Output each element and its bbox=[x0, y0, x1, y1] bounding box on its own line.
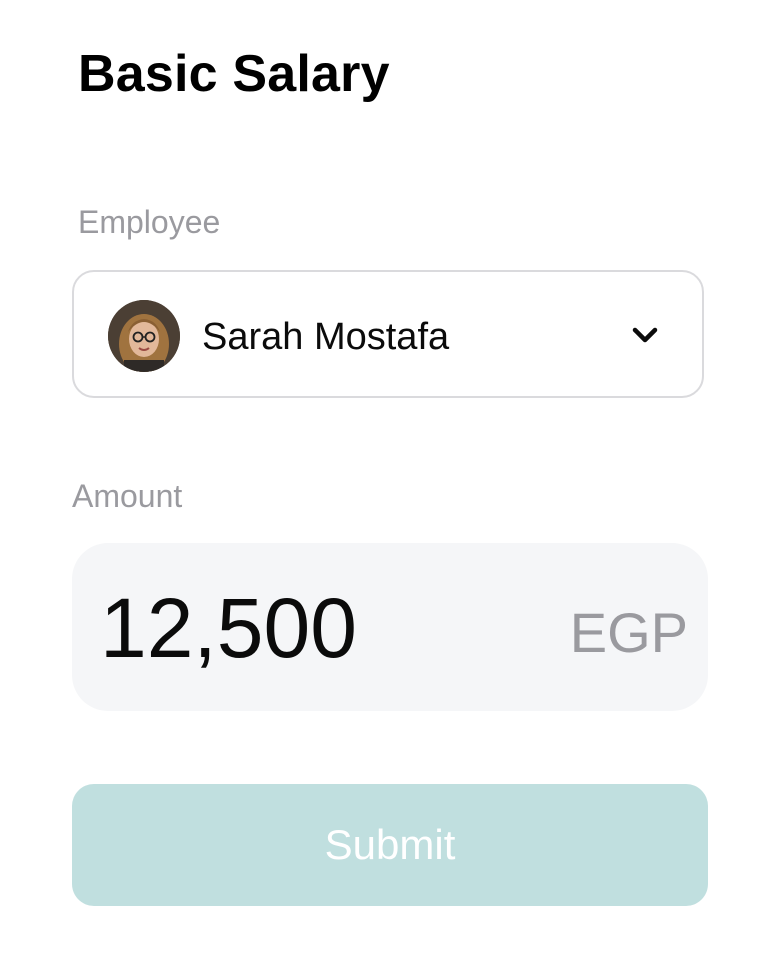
amount-label: Amount bbox=[72, 478, 183, 514]
employee-label: Employee bbox=[78, 204, 221, 240]
selected-employee-name: Sarah Mostafa bbox=[202, 316, 450, 358]
avatar bbox=[108, 300, 180, 372]
employee-select[interactable]: Sarah Mostafa bbox=[72, 270, 704, 398]
submit-button[interactable]: Submit bbox=[72, 784, 708, 906]
page-title: Basic Salary bbox=[78, 45, 390, 103]
amount-input[interactable]: 12,500 EGP bbox=[72, 543, 708, 711]
amount-value: 12,500 bbox=[100, 581, 357, 675]
currency-label: EGP bbox=[569, 601, 688, 664]
chevron-down-icon bbox=[630, 324, 660, 346]
